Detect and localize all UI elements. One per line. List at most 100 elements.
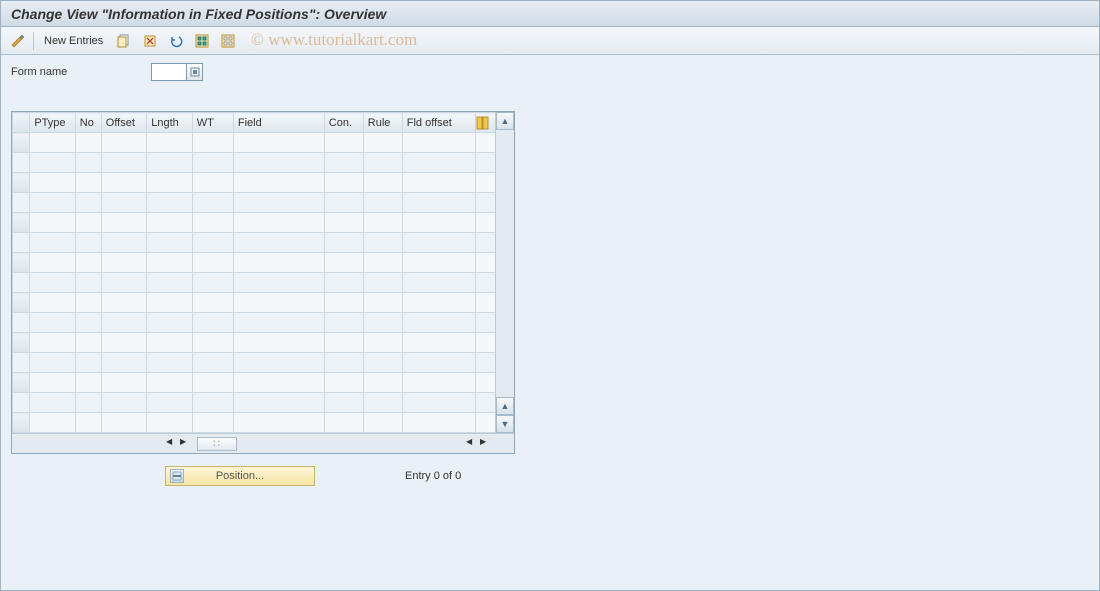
cell-lngth[interactable] xyxy=(147,333,192,353)
cell-rule[interactable] xyxy=(363,253,402,273)
row-selector-header[interactable] xyxy=(13,113,30,133)
cell-rule[interactable] xyxy=(363,373,402,393)
cell-ptype[interactable] xyxy=(30,213,75,233)
cell-rule[interactable] xyxy=(363,173,402,193)
cell-con[interactable] xyxy=(324,393,363,413)
cell-no[interactable] xyxy=(75,313,101,333)
row-selector[interactable] xyxy=(13,153,30,173)
cell-ptype[interactable] xyxy=(30,373,75,393)
row-selector[interactable] xyxy=(13,133,30,153)
cell-no[interactable] xyxy=(75,273,101,293)
cell-offset[interactable] xyxy=(101,153,146,173)
delete-icon[interactable] xyxy=(139,31,161,51)
cell-no[interactable] xyxy=(75,213,101,233)
cell-no[interactable] xyxy=(75,333,101,353)
cell-fldoffset[interactable] xyxy=(402,313,476,333)
cell-fldoffset[interactable] xyxy=(402,413,476,433)
cell-con[interactable] xyxy=(324,133,363,153)
row-selector[interactable] xyxy=(13,353,30,373)
cell-con[interactable] xyxy=(324,273,363,293)
cell-field[interactable] xyxy=(233,233,324,253)
cell-ptype[interactable] xyxy=(30,413,75,433)
cell-field[interactable] xyxy=(233,313,324,333)
cell-ptype[interactable] xyxy=(30,233,75,253)
toggle-change-icon[interactable] xyxy=(7,31,29,51)
table-row[interactable] xyxy=(13,193,496,213)
cell-no[interactable] xyxy=(75,353,101,373)
cell-offset[interactable] xyxy=(101,313,146,333)
table-config-icon[interactable] xyxy=(476,113,496,133)
row-selector[interactable] xyxy=(13,413,30,433)
cell-rule[interactable] xyxy=(363,313,402,333)
table-row[interactable] xyxy=(13,253,496,273)
table-row[interactable] xyxy=(13,313,496,333)
cell-lngth[interactable] xyxy=(147,373,192,393)
cell-fldoffset[interactable] xyxy=(402,193,476,213)
cell-ptype[interactable] xyxy=(30,293,75,313)
cell-rule[interactable] xyxy=(363,153,402,173)
select-all-icon[interactable] xyxy=(191,31,213,51)
table-row[interactable] xyxy=(13,293,496,313)
undo-icon[interactable] xyxy=(165,31,187,51)
cell-fldoffset[interactable] xyxy=(402,153,476,173)
cell-wt[interactable] xyxy=(192,253,233,273)
table-row[interactable] xyxy=(13,133,496,153)
row-selector[interactable] xyxy=(13,233,30,253)
cell-fldoffset[interactable] xyxy=(402,333,476,353)
cell-fldoffset[interactable] xyxy=(402,213,476,233)
cell-fldoffset[interactable] xyxy=(402,393,476,413)
scroll-track[interactable] xyxy=(496,130,514,397)
cell-lngth[interactable] xyxy=(147,133,192,153)
cell-con[interactable] xyxy=(324,173,363,193)
cell-con[interactable] xyxy=(324,193,363,213)
scroll-left-end-icon[interactable]: ◀ xyxy=(466,437,480,451)
copy-icon[interactable] xyxy=(113,31,135,51)
cell-rule[interactable] xyxy=(363,213,402,233)
cell-offset[interactable] xyxy=(101,233,146,253)
cell-fldoffset[interactable] xyxy=(402,353,476,373)
cell-rule[interactable] xyxy=(363,273,402,293)
cell-rule[interactable] xyxy=(363,293,402,313)
cell-con[interactable] xyxy=(324,333,363,353)
cell-no[interactable] xyxy=(75,173,101,193)
cell-fldoffset[interactable] xyxy=(402,133,476,153)
cell-wt[interactable] xyxy=(192,153,233,173)
cell-ptype[interactable] xyxy=(30,133,75,153)
cell-lngth[interactable] xyxy=(147,393,192,413)
row-selector[interactable] xyxy=(13,313,30,333)
search-help-icon[interactable] xyxy=(187,63,203,81)
cell-field[interactable] xyxy=(233,153,324,173)
table-row[interactable] xyxy=(13,233,496,253)
position-button[interactable]: Position... xyxy=(165,466,315,486)
cell-no[interactable] xyxy=(75,233,101,253)
cell-lngth[interactable] xyxy=(147,313,192,333)
cell-wt[interactable] xyxy=(192,233,233,253)
row-selector[interactable] xyxy=(13,253,30,273)
table-row[interactable] xyxy=(13,413,496,433)
cell-field[interactable] xyxy=(233,293,324,313)
cell-wt[interactable] xyxy=(192,313,233,333)
cell-wt[interactable] xyxy=(192,213,233,233)
cell-con[interactable] xyxy=(324,213,363,233)
cell-no[interactable] xyxy=(75,133,101,153)
cell-con[interactable] xyxy=(324,293,363,313)
col-wt[interactable]: WT xyxy=(192,113,233,133)
form-name-input[interactable] xyxy=(151,63,187,81)
cell-no[interactable] xyxy=(75,413,101,433)
table-row[interactable] xyxy=(13,213,496,233)
cell-con[interactable] xyxy=(324,353,363,373)
cell-lngth[interactable] xyxy=(147,233,192,253)
row-selector[interactable] xyxy=(13,213,30,233)
cell-wt[interactable] xyxy=(192,133,233,153)
cell-field[interactable] xyxy=(233,253,324,273)
cell-wt[interactable] xyxy=(192,293,233,313)
cell-lngth[interactable] xyxy=(147,273,192,293)
cell-con[interactable] xyxy=(324,153,363,173)
cell-ptype[interactable] xyxy=(30,173,75,193)
cell-no[interactable] xyxy=(75,393,101,413)
cell-wt[interactable] xyxy=(192,393,233,413)
cell-offset[interactable] xyxy=(101,413,146,433)
cell-wt[interactable] xyxy=(192,173,233,193)
cell-ptype[interactable] xyxy=(30,333,75,353)
cell-field[interactable] xyxy=(233,173,324,193)
